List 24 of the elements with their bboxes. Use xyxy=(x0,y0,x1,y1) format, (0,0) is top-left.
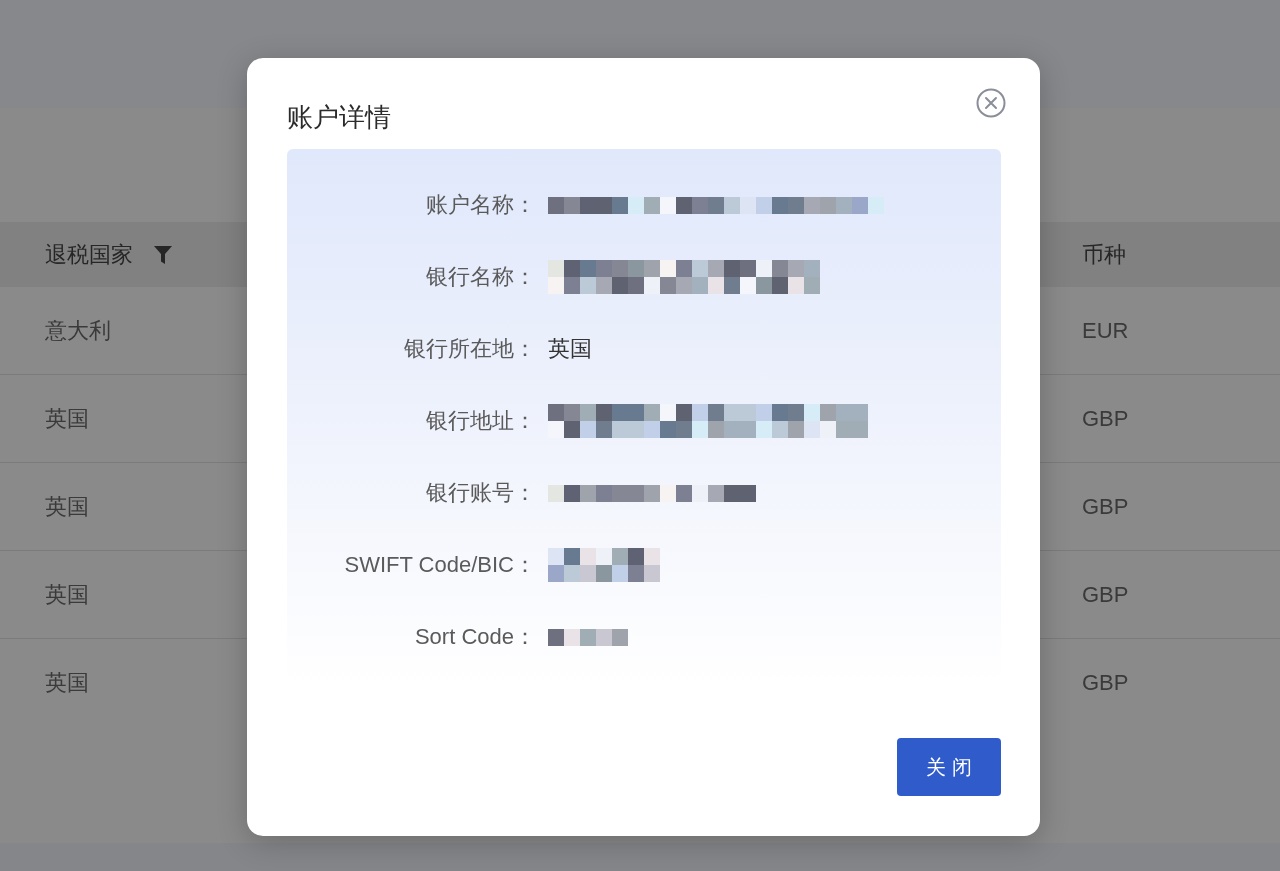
filter-icon[interactable] xyxy=(154,245,172,264)
table-cell: 意大利 xyxy=(45,317,111,343)
column-header: 币种 xyxy=(1082,240,1126,269)
field-label: 银行账号： xyxy=(425,479,536,507)
table-cell: 英国 xyxy=(45,581,89,607)
field-label: 银行地址： xyxy=(425,407,536,435)
close-button[interactable]: 关闭 xyxy=(897,738,1001,796)
field-label: 银行所在地： xyxy=(403,335,536,363)
table-cell: EUR xyxy=(1082,317,1129,343)
table-cell: 英国 xyxy=(45,493,89,519)
table-cell: GBP xyxy=(1082,670,1129,695)
field-label: SWIFT Code/BIC： xyxy=(343,551,536,579)
table-cell: 英国 xyxy=(45,405,89,431)
column-header: 退税国家 xyxy=(45,240,133,269)
table-cell: GBP xyxy=(1082,405,1129,431)
field-label: 账户名称： xyxy=(425,191,536,219)
field-label: 银行名称： xyxy=(425,263,536,291)
table-cell: 英国 xyxy=(45,670,89,695)
table-cell: GBP xyxy=(1082,581,1129,607)
close-icon[interactable] xyxy=(976,88,1006,118)
field-label: Sort Code： xyxy=(413,623,536,651)
table-cell: GBP xyxy=(1082,493,1129,519)
field-value: 英国 xyxy=(548,335,592,363)
dialog-title: 账户详情 xyxy=(287,101,391,134)
